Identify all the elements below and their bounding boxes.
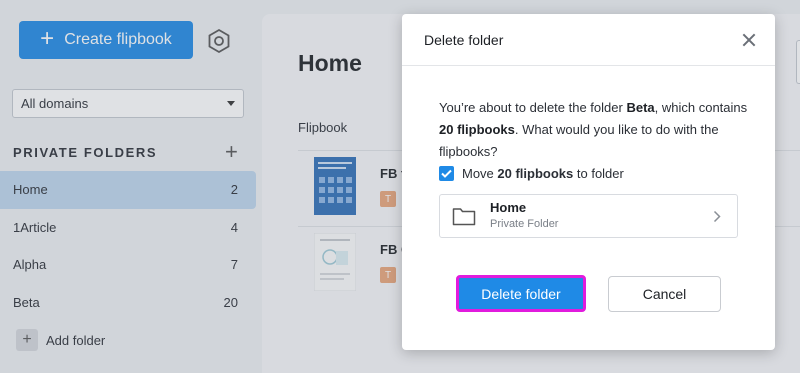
delete-folder-dialog: Delete folder You’re about to delete the… <box>402 14 775 350</box>
dialog-header: Delete folder <box>402 14 775 66</box>
chevron-right-icon <box>713 210 721 223</box>
move-flipbooks-label: Move 20 flipbooks to folder <box>462 166 624 181</box>
target-folder-picker[interactable]: Home Private Folder <box>439 194 738 238</box>
target-folder-info: Home Private Folder <box>490 200 558 232</box>
delete-folder-button[interactable]: Delete folder <box>456 275 586 312</box>
cancel-button[interactable]: Cancel <box>608 276 721 312</box>
dialog-title: Delete folder <box>424 31 504 48</box>
close-icon[interactable] <box>742 33 756 47</box>
flipbook-count: 20 flipbooks <box>439 122 515 137</box>
target-folder-name: Home <box>490 200 527 215</box>
message-text: , which contains <box>654 100 748 115</box>
move-flipbooks-option[interactable]: Move 20 flipbooks to folder <box>439 166 624 181</box>
message-text: You’re about to delete the folder <box>439 100 627 115</box>
check-icon <box>441 169 452 178</box>
dialog-message: You’re about to delete the folder Beta, … <box>439 97 749 163</box>
folder-icon <box>452 208 476 226</box>
target-folder-type: Private Folder <box>490 218 559 230</box>
folder-name: Beta <box>626 100 655 115</box>
move-flipbooks-checkbox[interactable] <box>439 166 454 181</box>
